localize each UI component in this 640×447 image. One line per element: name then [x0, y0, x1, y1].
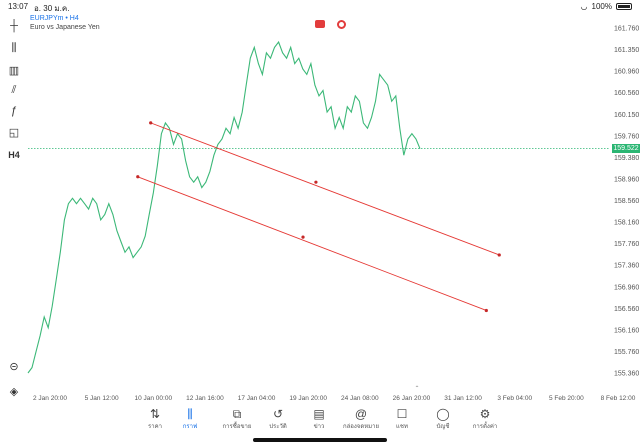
nav-mailbox-label: กล่องจดหมาย: [342, 424, 380, 430]
y-tick-label: 157.360: [614, 263, 639, 270]
scroll-end-icon: ⌃: [414, 385, 419, 392]
nav-history-icon: ↺: [272, 407, 284, 421]
nav-news-icon: ▤: [313, 407, 325, 421]
current-price-tag: 159.522: [612, 144, 640, 153]
x-tick-label: 31 Jan 12:00: [444, 395, 482, 402]
nav-chat-label: แชท: [396, 424, 408, 430]
home-indicator: [253, 438, 387, 442]
nav-history[interactable]: ↺ ประวัติ: [258, 407, 298, 431]
y-tick-label: 161.760: [614, 26, 639, 33]
trendline-anchor: [484, 308, 488, 313]
x-tick-label: 17 Jan 04:00: [238, 395, 276, 402]
nav-news[interactable]: ▤ ข่าว: [299, 407, 339, 431]
trendline-anchor: [149, 121, 153, 125]
y-tick-label: 158.560: [614, 198, 639, 205]
nav-mailbox-icon: @: [354, 407, 368, 421]
y-tick-label: 158.960: [614, 176, 639, 183]
x-tick-label: 24 Jan 08:00: [341, 395, 379, 402]
nav-trade[interactable]: ⧉ การซื้อขาย: [217, 407, 257, 431]
nav-trade-icon: ⧉: [232, 407, 242, 421]
y-tick-label: 156.960: [614, 284, 639, 291]
nav-chart[interactable]: ⫼ กราฟ: [170, 407, 210, 431]
nav-account-label: บัญชี: [436, 424, 450, 430]
nav-mailbox[interactable]: @ กล่องจดหมาย: [341, 407, 381, 431]
nav-account-icon: ◯: [436, 407, 450, 421]
trendline-anchor: [314, 180, 318, 184]
nav-chat-icon: ☐: [396, 407, 408, 421]
nav-history-label: ประวัติ: [269, 424, 287, 430]
nav-chart-label: กราฟ: [182, 424, 198, 430]
nav-chart-icon: ⫼: [187, 407, 193, 421]
y-tick-label: 160.150: [614, 112, 639, 119]
y-tick-label: 156.560: [614, 306, 639, 313]
x-tick-label: 19 Jan 20:00: [289, 395, 327, 402]
nav-settings[interactable]: ⚙ การตั้งค่า: [465, 407, 505, 431]
x-tick-label: 8 Feb 12:00: [601, 395, 636, 402]
trendline-anchor: [497, 253, 501, 257]
nav-chat[interactable]: ☐ แชท: [382, 407, 422, 431]
x-tick-label: 2 Jan 20:00: [33, 395, 67, 402]
y-tick-label: 159.760: [614, 133, 639, 140]
y-tick-label: 159.380: [614, 155, 639, 162]
x-tick-label: 5 Feb 20:00: [549, 395, 584, 402]
x-tick-label: 10 Jan 00:00: [134, 395, 172, 402]
y-tick-label: 156.160: [614, 327, 639, 334]
trendline-anchor: [136, 175, 140, 179]
nav-quotes[interactable]: ⇅ ราคา: [135, 407, 175, 431]
trendline-2: [137, 176, 487, 311]
nav-settings-label: การตั้งค่า: [472, 424, 498, 430]
x-tick-label: 26 Jan 20:00: [393, 395, 431, 402]
nav-settings-icon: ⚙: [479, 407, 491, 421]
x-tick-label: 5 Jan 12:00: [85, 395, 119, 402]
nav-trade-label: การซื้อขาย: [222, 424, 252, 430]
x-tick-label: 3 Feb 04:00: [497, 395, 532, 402]
y-tick-label: 155.760: [614, 349, 639, 356]
nav-quotes-icon: ⇅: [149, 407, 161, 421]
y-tick-label: 161.350: [614, 47, 639, 54]
nav-news-label: ข่าว: [313, 424, 325, 430]
y-tick-label: 160.560: [614, 90, 639, 97]
y-tick-label: 160.960: [614, 69, 639, 76]
price-chart[interactable]: 161.760 161.350 160.960 160.560 160.150 159.7…: [0, 0, 640, 405]
trendline-anchor: [301, 235, 305, 239]
nav-quotes-label: ราคา: [148, 424, 162, 430]
y-tick-label: 158.160: [614, 220, 639, 227]
x-tick-label: 12 Jan 16:00: [186, 395, 224, 402]
y-tick-label: 155.360: [614, 371, 639, 378]
price-series-line: [27, 40, 421, 374]
nav-account[interactable]: ◯ บัญชี: [423, 407, 463, 431]
trendline-1: [150, 122, 500, 256]
y-tick-label: 157.760: [614, 241, 639, 248]
